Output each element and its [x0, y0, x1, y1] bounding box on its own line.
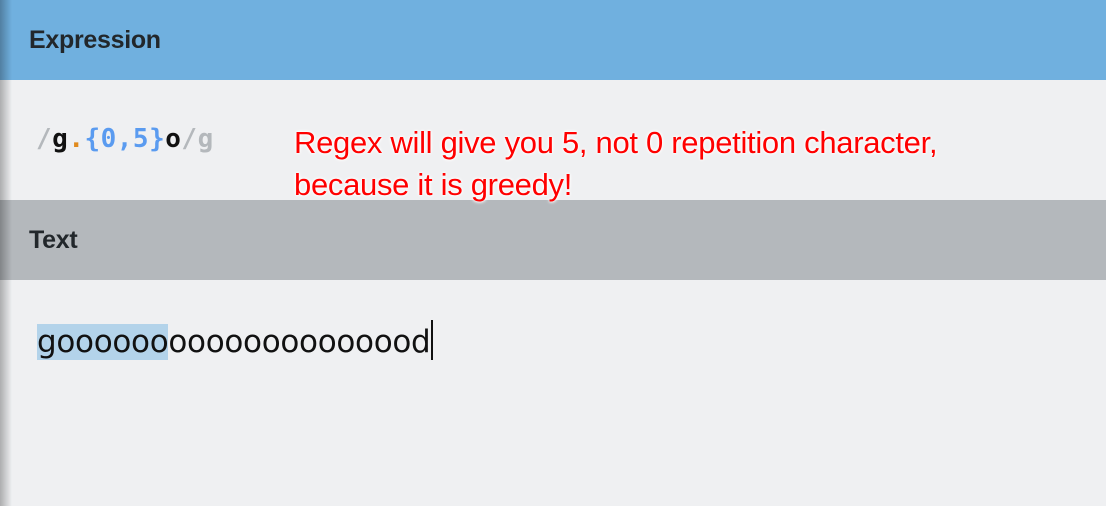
- expression-panel-header: Expression: [0, 0, 1106, 80]
- expression-panel-title: Expression: [29, 25, 161, 54]
- match-highlight: goooooo: [37, 324, 169, 360]
- close-delimiter: /: [181, 124, 198, 154]
- dot-token: .: [68, 124, 85, 154]
- test-text-input[interactable]: goooooooooooooooooood: [37, 320, 434, 360]
- open-delimiter: /: [36, 124, 53, 154]
- literal-o: o: [165, 124, 182, 154]
- left-edge-shadow: [0, 0, 12, 506]
- text-caret: [431, 320, 434, 360]
- annotation-note: Regex will give you 5, not 0 repetition …: [294, 122, 938, 206]
- annotation-line-1: Regex will give you 5, not 0 repetition …: [294, 125, 938, 160]
- text-panel-header: Text: [0, 200, 1106, 280]
- quantifier-token: {0,5}: [84, 124, 166, 154]
- expression-input[interactable]: /g.{0,5}o/g: [36, 124, 214, 154]
- unmatched-text: oooooooooooood: [168, 324, 431, 360]
- literal-g: g: [52, 124, 69, 154]
- annotation-line-2: because it is greedy!: [294, 167, 573, 202]
- text-panel-title: Text: [29, 225, 78, 254]
- flags[interactable]: g: [198, 124, 214, 154]
